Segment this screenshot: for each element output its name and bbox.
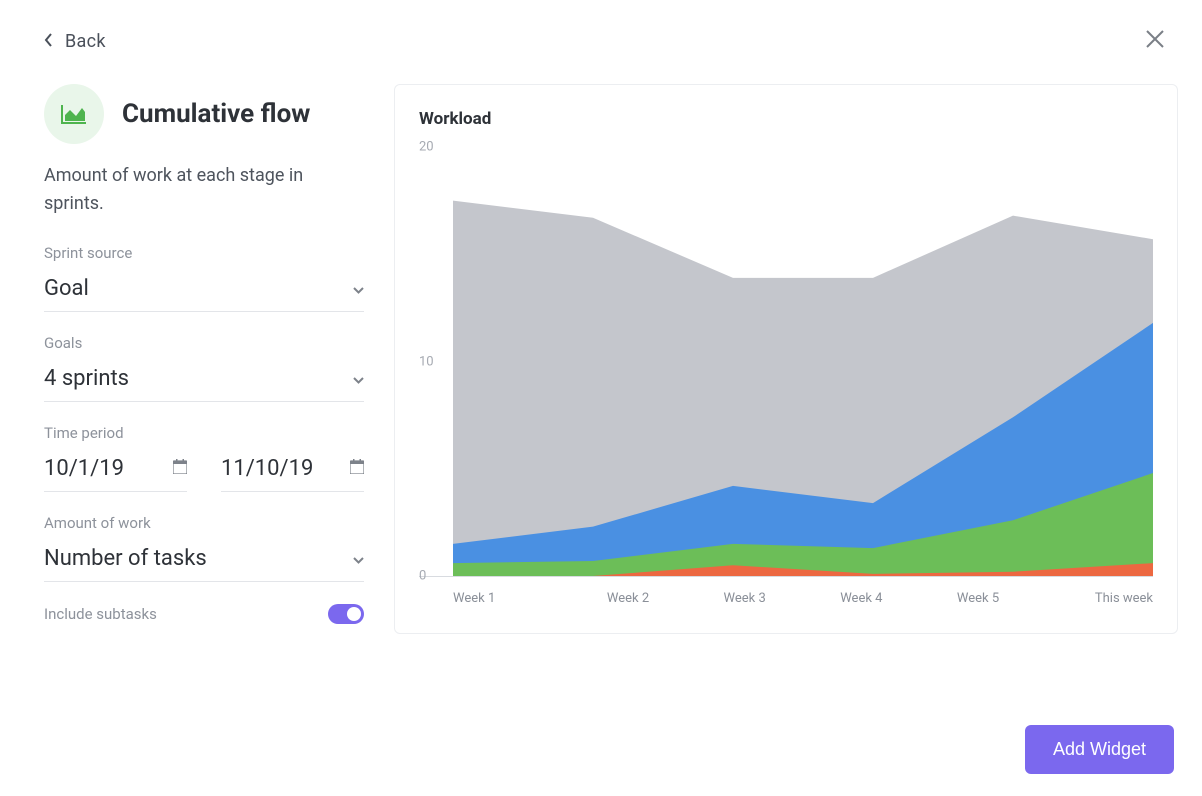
sprint-source-value: Goal — [44, 276, 89, 301]
x-tick: Week 1 — [453, 591, 570, 606]
start-date-value: 10/1/19 — [44, 456, 124, 481]
goals-dropdown[interactable]: 4 sprints — [44, 360, 364, 402]
sidebar: Cumulative flow Amount of work at each s… — [44, 84, 364, 624]
page-description: Amount of work at each stage in sprints. — [44, 162, 364, 218]
calendar-icon — [173, 459, 187, 478]
chart-card: Workload 20 10 0 Week 1 Week 2 Week 3 We… — [394, 84, 1178, 634]
add-widget-label: Add Widget — [1053, 739, 1146, 759]
time-period-label: Time period — [44, 424, 364, 442]
area-chart-icon — [44, 84, 104, 144]
amount-of-work-label: Amount of work — [44, 514, 364, 532]
amount-of-work-dropdown[interactable]: Number of tasks — [44, 540, 364, 582]
chart-title: Workload — [419, 109, 1153, 129]
page-title: Cumulative flow — [122, 99, 310, 129]
add-widget-button[interactable]: Add Widget — [1025, 725, 1174, 774]
y-tick: 10 — [419, 354, 434, 369]
close-icon — [1144, 35, 1166, 54]
sprint-source-label: Sprint source — [44, 244, 364, 262]
chart-plot: 20 10 0 — [419, 147, 1153, 577]
close-button[interactable] — [1144, 28, 1166, 54]
back-label: Back — [65, 31, 106, 52]
x-tick: This week — [1036, 591, 1153, 606]
start-date-field[interactable]: 10/1/19 — [44, 450, 187, 492]
back-button[interactable]: Back — [44, 31, 106, 52]
goals-label: Goals — [44, 334, 364, 352]
x-tick: Week 2 — [570, 591, 687, 606]
y-tick: 0 — [419, 569, 426, 584]
end-date-field[interactable]: 11/10/19 — [221, 450, 364, 492]
include-subtasks-toggle[interactable] — [328, 604, 364, 624]
chevron-down-icon — [353, 279, 364, 298]
include-subtasks-label: Include subtasks — [44, 605, 157, 623]
amount-of-work-value: Number of tasks — [44, 546, 207, 571]
calendar-icon — [350, 459, 364, 478]
sprint-source-dropdown[interactable]: Goal — [44, 270, 364, 312]
x-tick: Week 4 — [803, 591, 920, 606]
chevron-down-icon — [353, 369, 364, 388]
end-date-value: 11/10/19 — [221, 456, 313, 481]
chevron-left-icon — [44, 31, 53, 52]
y-tick: 20 — [419, 140, 434, 155]
area-chart — [453, 147, 1153, 576]
chevron-down-icon — [353, 549, 364, 568]
goals-value: 4 sprints — [44, 366, 129, 391]
x-tick: Week 3 — [686, 591, 803, 606]
x-tick: Week 5 — [920, 591, 1037, 606]
